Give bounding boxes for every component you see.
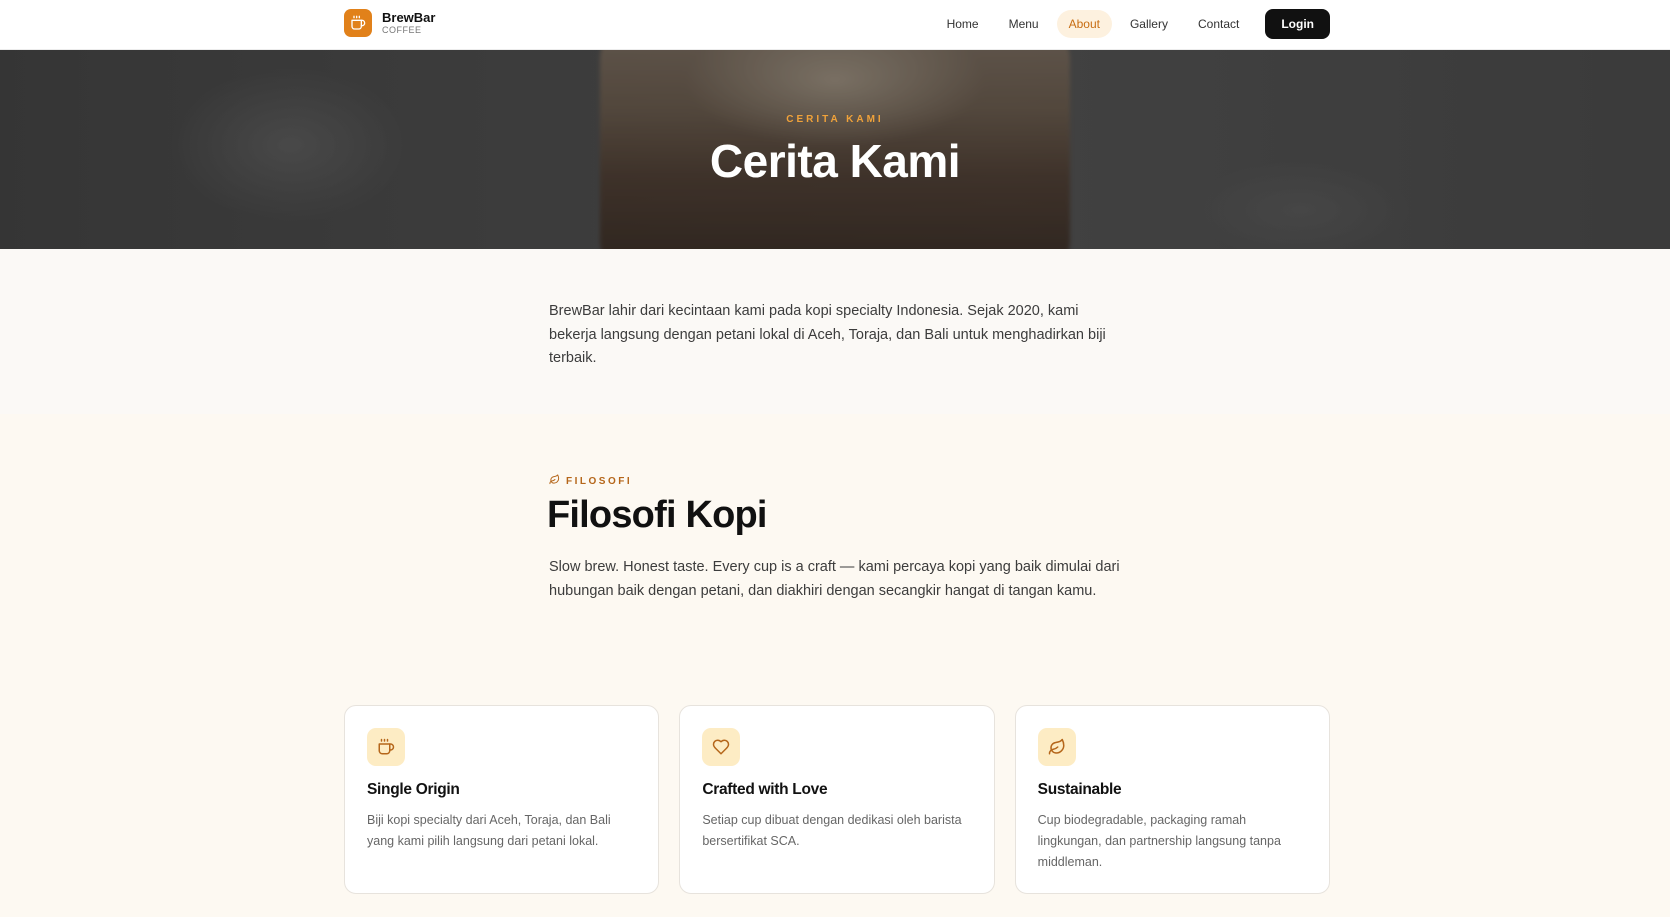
nav-link-home[interactable]: Home xyxy=(935,10,991,38)
main-nav: Home Menu About Gallery Contact Login xyxy=(935,9,1330,39)
feature-card-title: Sustainable xyxy=(1037,781,1122,798)
intro-paragraph: BrewBar lahir dari kecintaan kami pada k… xyxy=(549,303,1106,366)
brand[interactable]: BrewBar COFFEE xyxy=(344,9,435,37)
feature-card-single-origin: Single Origin Biji kopi specialty dari A… xyxy=(344,705,660,894)
feature-card-description: Setiap cup dibuat dengan dedikasi oleh b… xyxy=(702,813,962,848)
feature-card-sustainable: Sustainable Cup biodegradable, packaging… xyxy=(1014,705,1330,894)
philosophy-paragraph: Slow brew. Honest taste. Every cup is a … xyxy=(549,559,1120,599)
brand-subtitle: COFFEE xyxy=(382,25,422,35)
leaf-icon xyxy=(1037,728,1076,766)
feature-card-title: Crafted with Love xyxy=(702,781,828,798)
page-title: Cerita Kami xyxy=(709,135,961,187)
hero-banner: CERITA KAMI Cerita Kami xyxy=(0,50,1670,249)
philosophy-eyebrow-label: FILOSOFI xyxy=(566,475,633,487)
navbar: BrewBar COFFEE Home Menu About Gallery C… xyxy=(0,0,1670,50)
intro-section: BrewBar lahir dari kecintaan kami pada k… xyxy=(0,249,1670,414)
hero-eyebrow: CERITA KAMI xyxy=(786,114,884,125)
feature-cards: Single Origin Biji kopi specialty dari A… xyxy=(344,705,1330,894)
philosophy-eyebrow: FILOSOFI xyxy=(549,474,632,488)
nav-link-menu[interactable]: Menu xyxy=(997,10,1051,38)
coffee-cup-icon xyxy=(367,728,405,766)
feature-card-description: Biji kopi specialty dari Aceh, Toraja, d… xyxy=(367,813,611,848)
philosophy-title: Filosofi Kopi xyxy=(547,494,767,536)
leaf-icon xyxy=(549,474,560,488)
feature-card-title: Single Origin xyxy=(367,781,460,798)
nav-link-contact[interactable]: Contact xyxy=(1186,10,1251,38)
brand-name: BrewBar xyxy=(382,10,436,25)
nav-link-about[interactable]: About xyxy=(1056,10,1112,38)
heart-icon xyxy=(702,728,741,766)
feature-card-crafted-with-love: Crafted with Love Setiap cup dibuat deng… xyxy=(679,705,995,894)
nav-link-gallery[interactable]: Gallery xyxy=(1118,10,1180,38)
coffee-cup-icon xyxy=(344,9,372,37)
feature-card-description: Cup biodegradable, packaging ramah lingk… xyxy=(1037,813,1281,869)
login-button[interactable]: Login xyxy=(1265,9,1330,39)
